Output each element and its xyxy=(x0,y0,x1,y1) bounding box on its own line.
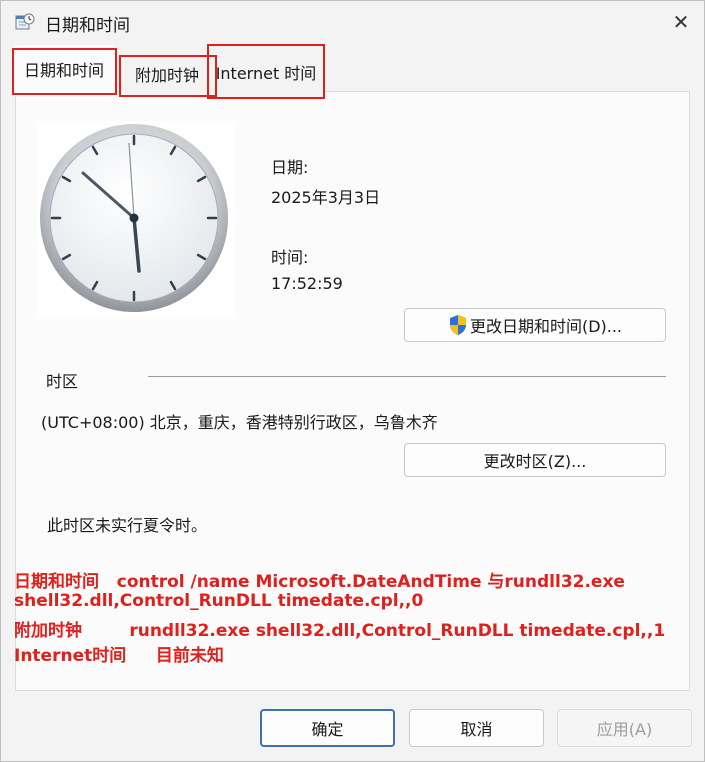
annotation-line-2: shell32.dll,Control_RunDLL timedate.cpl,… xyxy=(14,591,424,611)
timezone-divider xyxy=(148,376,666,377)
apply-button[interactable]: 应用(A) xyxy=(557,709,692,747)
close-icon: ✕ xyxy=(672,10,690,34)
date-time-dialog: 日期和时间 ✕ 日期和时间 附加时钟 Internet 时间 日期: 2025年… xyxy=(0,0,705,762)
window-title: 日期和时间 xyxy=(45,16,130,36)
title-bar: 日期和时间 ✕ xyxy=(1,1,704,43)
annotation-line-4: Internet时间 目前未知 xyxy=(14,646,224,666)
annotation-line-3: 附加时钟 rundll32.exe shell32.dll,Control_Ru… xyxy=(14,621,666,641)
change-timezone-label: 更改时区(Z)... xyxy=(483,452,587,471)
tab-additional-clocks[interactable]: 附加时钟 xyxy=(119,53,215,95)
annotation-line-1: 日期和时间 control /name Microsoft.DateAndTim… xyxy=(14,572,625,592)
cancel-button[interactable]: 取消 xyxy=(409,709,544,747)
time-value: 17:52:59 xyxy=(271,274,343,293)
analog-clock xyxy=(37,121,235,319)
timezone-value: (UTC+08:00) 北京，重庆，香港特别行政区，乌鲁木齐 xyxy=(41,413,438,432)
change-date-time-label: 更改日期和时间(D)... xyxy=(469,317,623,336)
tab-date-and-time[interactable]: 日期和时间 xyxy=(13,45,115,93)
close-button[interactable]: ✕ xyxy=(658,1,704,43)
ok-button[interactable]: 确定 xyxy=(260,709,395,747)
timezone-section-label: 时区 xyxy=(46,372,79,391)
tab-internet-time[interactable]: Internet 时间 xyxy=(207,45,325,99)
change-timezone-button[interactable]: 更改时区(Z)... xyxy=(404,443,666,477)
calendar-clock-icon xyxy=(15,13,35,30)
date-value: 2025年3月3日 xyxy=(271,188,381,207)
time-label: 时间: xyxy=(271,248,309,267)
dst-note: 此时区未实行夏令时。 xyxy=(47,516,208,535)
date-label: 日期: xyxy=(271,158,309,177)
uac-shield-icon xyxy=(449,315,466,335)
change-date-time-button[interactable]: 更改日期和时间(D)... xyxy=(404,308,666,342)
